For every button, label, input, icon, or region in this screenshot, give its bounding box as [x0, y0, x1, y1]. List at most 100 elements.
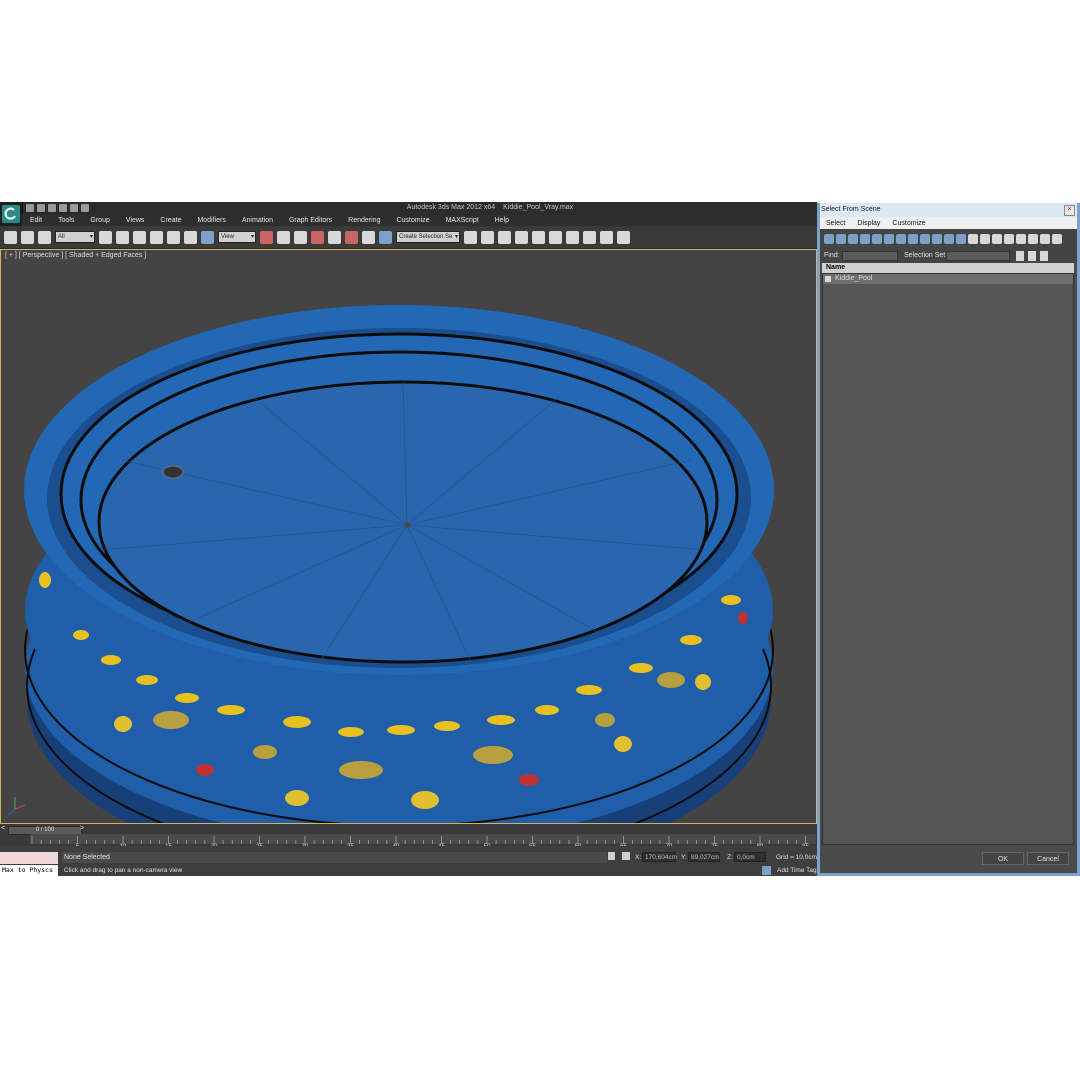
project-folder-icon[interactable] — [81, 204, 89, 212]
redo-icon[interactable] — [70, 204, 78, 212]
display-groups-icon[interactable] — [896, 234, 906, 244]
select-none-icon[interactable] — [1016, 234, 1026, 244]
invert-display-icon[interactable] — [992, 234, 1002, 244]
y-coordinate-field[interactable]: 89,027cm — [688, 852, 720, 862]
save-file-icon[interactable] — [48, 204, 56, 212]
menu-maxscript[interactable]: MAXScript — [438, 217, 487, 224]
display-hidden-icon[interactable] — [956, 234, 966, 244]
z-coordinate-field[interactable]: 0,0cm — [734, 852, 766, 862]
rendered-frame-window-icon[interactable] — [600, 230, 613, 244]
app-window: Autodesk 3ds Max 2012 x64 Kiddie_Pool_Vra… — [0, 202, 817, 876]
unlink-icon[interactable] — [21, 230, 34, 244]
add-time-tag-button[interactable]: Add Time Tag — [777, 867, 817, 874]
list-item[interactable]: Kiddie_Pool — [823, 274, 1073, 284]
time-tag-icon[interactable] — [762, 866, 771, 875]
display-containers-icon[interactable] — [932, 234, 942, 244]
percent-snap-icon[interactable] — [345, 230, 358, 244]
keyboard-shortcut-icon[interactable] — [294, 230, 307, 244]
filter-icon[interactable] — [1040, 234, 1050, 244]
named-selection-dropdown[interactable]: Create Selection Se — [396, 231, 460, 243]
menu-graph-editors[interactable]: Graph Editors — [281, 217, 340, 224]
select-by-name-icon[interactable] — [116, 230, 129, 244]
pivot-center-icon[interactable] — [260, 230, 273, 244]
dialog-menu-select[interactable]: Select — [820, 220, 851, 227]
rotate-icon[interactable] — [184, 230, 197, 244]
menu-group[interactable]: Group — [82, 217, 117, 224]
scene-object-list[interactable]: Kiddie_Pool — [822, 273, 1074, 845]
invert-selection-icon[interactable] — [1028, 234, 1038, 244]
window-crossing-icon[interactable] — [150, 230, 163, 244]
select-all-icon[interactable] — [1004, 234, 1014, 244]
display-frozen-icon[interactable] — [944, 234, 954, 244]
schematic-view-icon[interactable] — [549, 230, 562, 244]
time-slider-prev-icon[interactable]: < — [1, 825, 5, 832]
menu-animation[interactable]: Animation — [234, 217, 281, 224]
menu-edit[interactable]: Edit — [22, 217, 50, 224]
reference-coordinate-dropdown[interactable]: View — [218, 231, 256, 243]
close-icon[interactable]: × — [1064, 205, 1075, 216]
name-column-header[interactable]: Name — [822, 263, 1074, 273]
viewport-label[interactable]: [ + ] [ Perspective ] [ Shaded + Edged F… — [5, 252, 146, 259]
display-all-icon[interactable] — [968, 234, 978, 244]
track-bar[interactable]: 0510152025303540455055606570758085 — [30, 834, 816, 850]
display-none-icon[interactable] — [980, 234, 990, 244]
dialog-menu-display[interactable]: Display — [851, 220, 886, 227]
display-space-warps-icon[interactable] — [884, 234, 894, 244]
display-lights-icon[interactable] — [848, 234, 858, 244]
ok-button[interactable]: OK — [982, 852, 1024, 865]
selection-lock-icon[interactable] — [608, 852, 615, 860]
x-coordinate-field[interactable]: 170,604cm — [642, 852, 677, 862]
remove-set-icon[interactable] — [1040, 251, 1048, 261]
selection-set-tools-icon[interactable] — [1016, 251, 1024, 261]
display-geometry-icon[interactable] — [824, 234, 834, 244]
mirror-icon[interactable] — [464, 230, 477, 244]
menu-tools[interactable]: Tools — [50, 217, 82, 224]
menu-modifiers[interactable]: Modifiers — [189, 217, 233, 224]
undo-icon[interactable] — [59, 204, 67, 212]
select-manipulate-icon[interactable] — [277, 230, 290, 244]
layer-manager-icon[interactable] — [498, 230, 511, 244]
display-helpers-icon[interactable] — [872, 234, 882, 244]
selection-set-dropdown[interactable] — [946, 251, 1010, 261]
menu-create[interactable]: Create — [152, 217, 189, 224]
find-input[interactable] — [842, 251, 898, 261]
sort-icon[interactable] — [1052, 234, 1062, 244]
track-bar-ticks — [30, 834, 816, 844]
material-editor-icon[interactable] — [566, 230, 579, 244]
dialog-menu-customize[interactable]: Customize — [886, 220, 931, 227]
display-bones-icon[interactable] — [920, 234, 930, 244]
application-button[interactable] — [0, 202, 23, 226]
align-icon[interactable] — [481, 230, 494, 244]
scale-icon[interactable] — [201, 230, 214, 244]
snaps-toggle-icon[interactable] — [311, 230, 324, 244]
move-icon[interactable] — [167, 230, 180, 244]
rectangular-selection-icon[interactable] — [133, 230, 146, 244]
maxscript-mini-listener[interactable]: Max to Physcs — [0, 865, 58, 876]
menu-help[interactable]: Help — [487, 217, 517, 224]
open-file-icon[interactable] — [37, 204, 45, 212]
time-slider-next-icon[interactable]: > — [80, 825, 84, 832]
selection-filter-dropdown[interactable]: All — [55, 231, 95, 243]
edit-named-selection-icon[interactable] — [379, 230, 392, 244]
display-cameras-icon[interactable] — [860, 234, 870, 244]
graphite-ribbon-icon[interactable] — [515, 230, 528, 244]
link-icon[interactable] — [4, 230, 17, 244]
angle-snap-icon[interactable] — [328, 230, 341, 244]
cancel-button[interactable]: Cancel — [1027, 852, 1069, 865]
display-xrefs-icon[interactable] — [908, 234, 918, 244]
render-production-icon[interactable] — [617, 230, 630, 244]
new-file-icon[interactable] — [26, 204, 34, 212]
menu-rendering[interactable]: Rendering — [340, 217, 388, 224]
curve-editor-icon[interactable] — [532, 230, 545, 244]
absolute-mode-icon[interactable] — [622, 852, 630, 860]
maxscript-listener-output[interactable] — [0, 852, 58, 864]
render-setup-icon[interactable] — [583, 230, 596, 244]
perspective-viewport[interactable]: [ + ] [ Perspective ] [ Shaded + Edged F… — [0, 249, 817, 824]
select-object-icon[interactable] — [99, 230, 112, 244]
create-set-icon[interactable] — [1028, 251, 1036, 261]
bind-space-warp-icon[interactable] — [38, 230, 51, 244]
menu-views[interactable]: Views — [118, 217, 153, 224]
menu-customize[interactable]: Customize — [388, 217, 437, 224]
display-shapes-icon[interactable] — [836, 234, 846, 244]
spinner-snap-icon[interactable] — [362, 230, 375, 244]
